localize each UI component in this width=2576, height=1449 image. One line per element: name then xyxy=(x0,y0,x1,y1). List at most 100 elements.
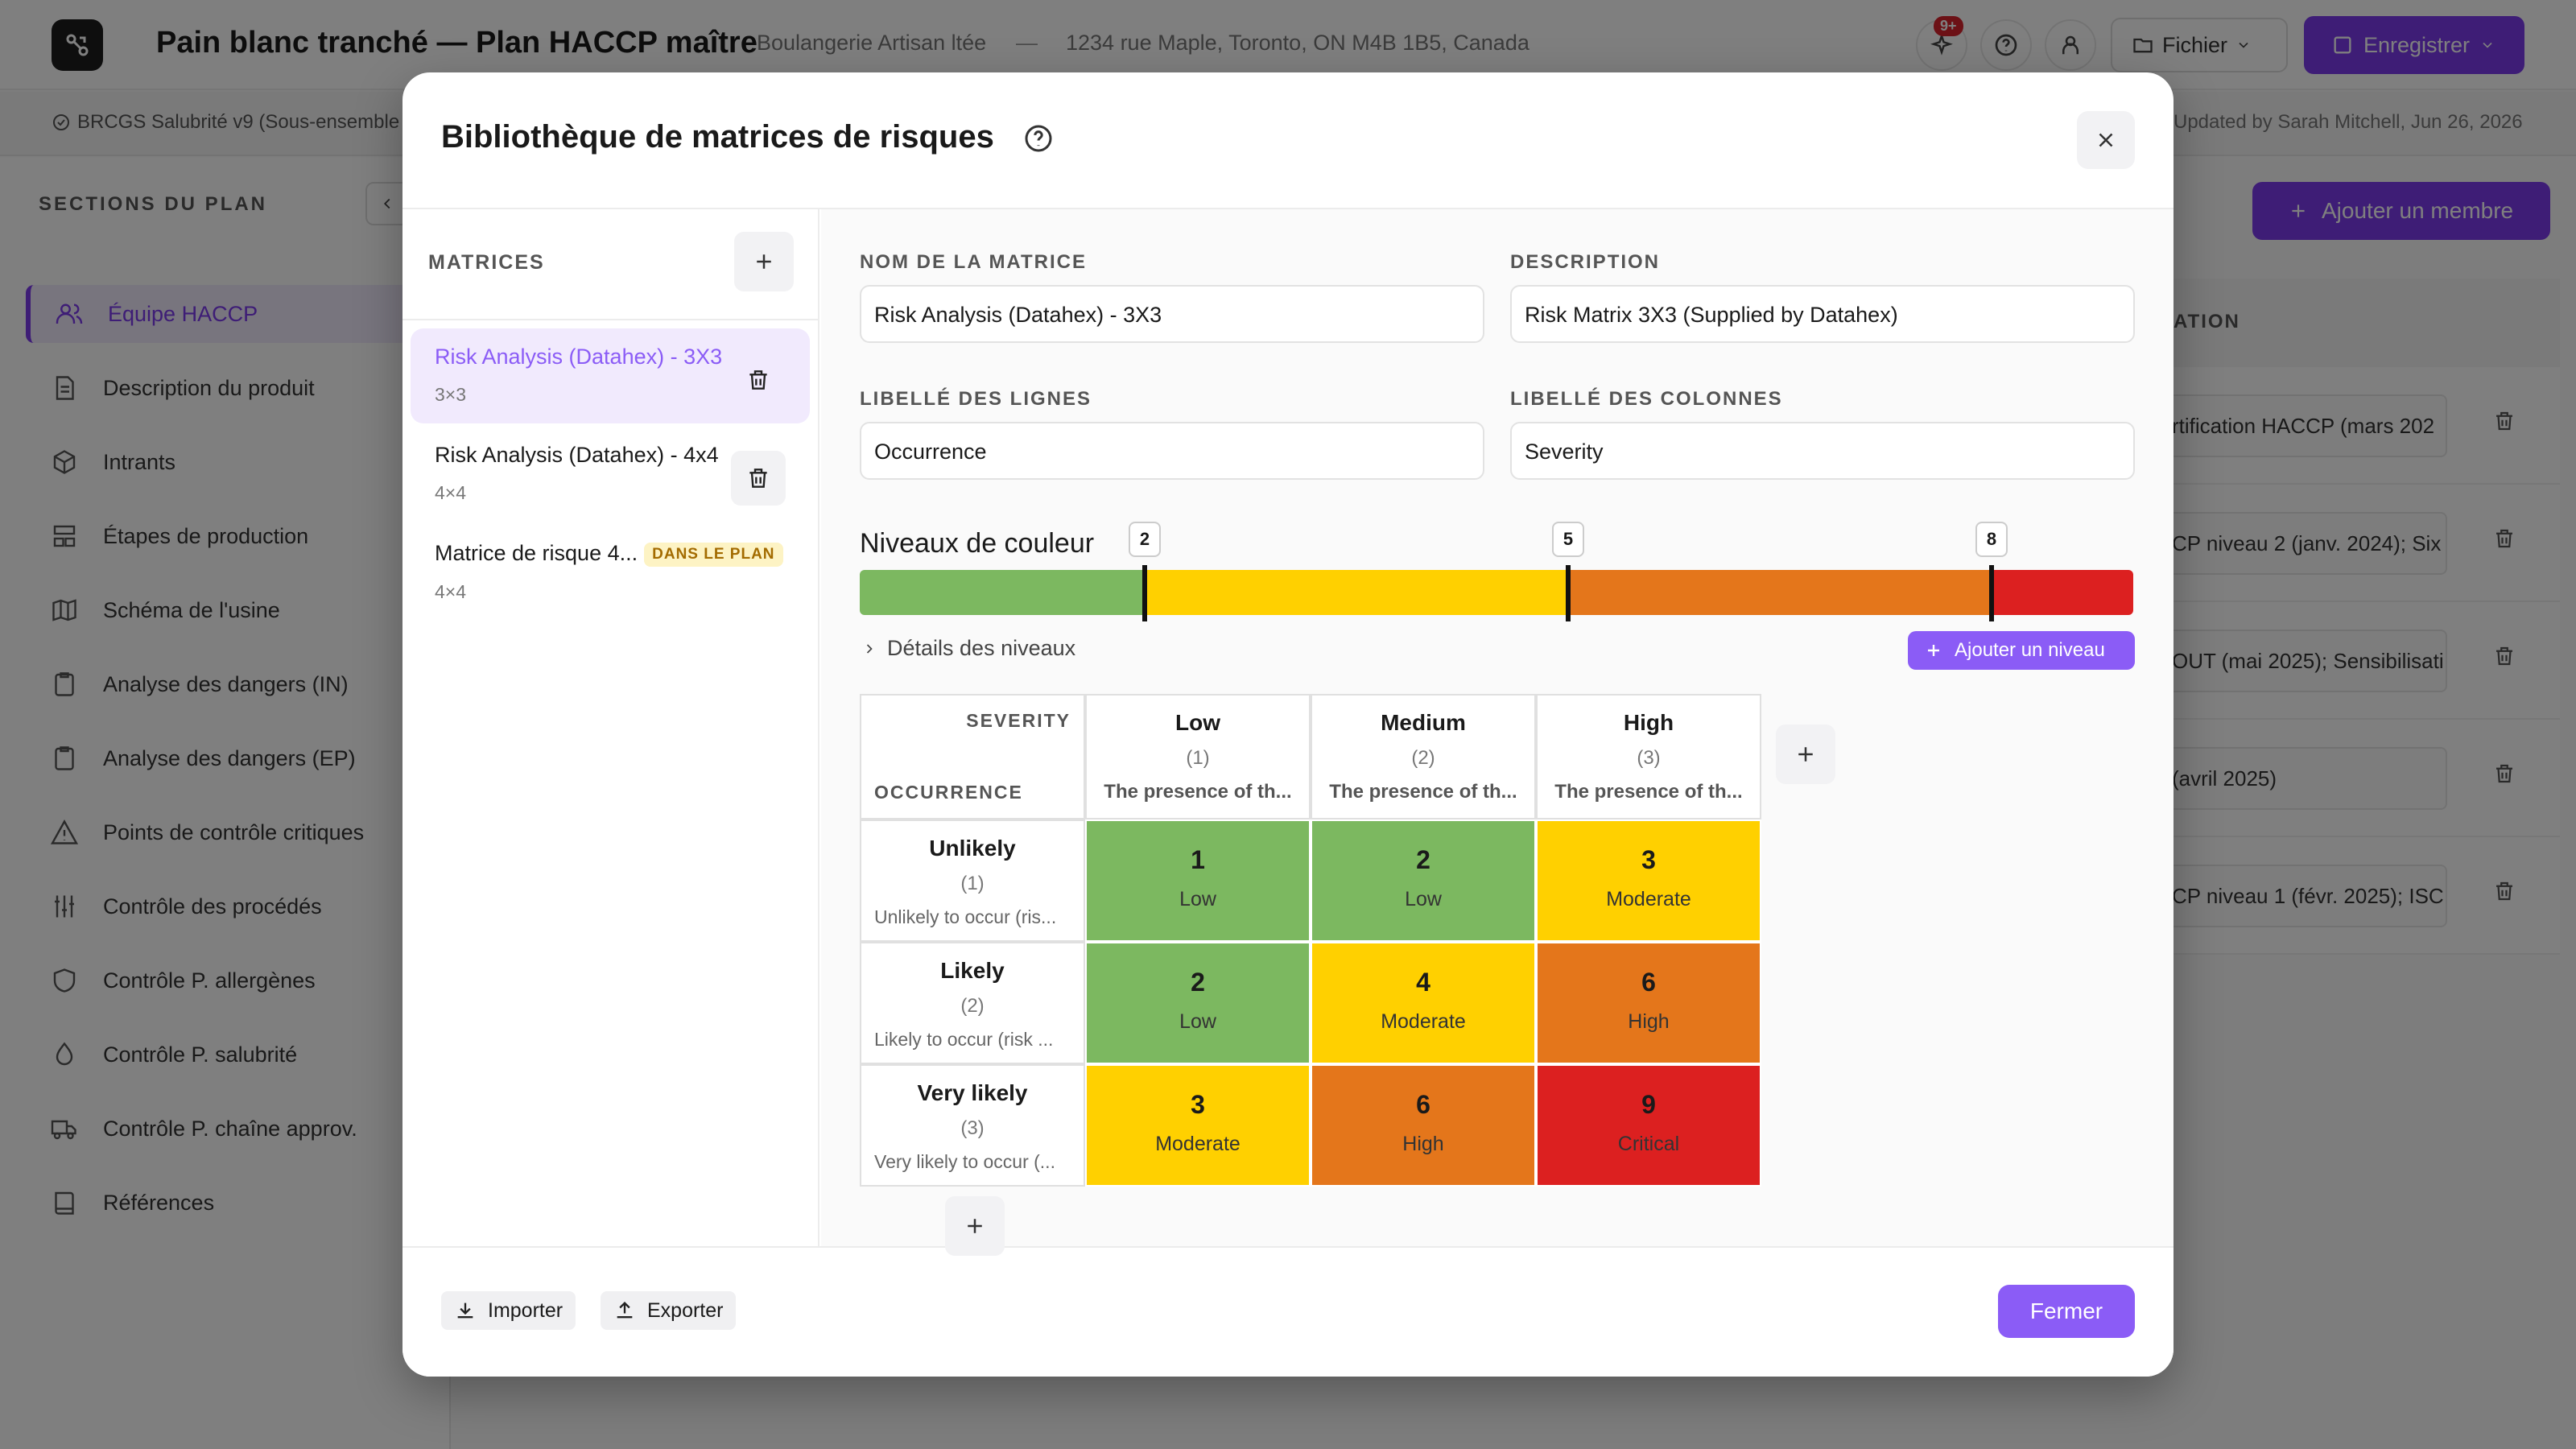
description-label: DESCRIPTION xyxy=(1510,251,1661,273)
row-name: Unlikely xyxy=(929,836,1016,861)
risk-level: High xyxy=(1628,1010,1670,1033)
matrix-list-item[interactable]: Risk Analysis (Datahex) - 3X3 3×3 xyxy=(411,328,810,423)
risk-score: 2 xyxy=(1416,845,1430,874)
column-axis-label: SEVERITY xyxy=(966,710,1071,731)
close-icon xyxy=(2099,133,2113,147)
risk-level: High xyxy=(1402,1133,1444,1155)
matrix-name: Matrice de risque 4... DANS LE PLAN xyxy=(435,541,786,567)
column-description: The presence of th... xyxy=(1104,781,1292,803)
level-segment-low xyxy=(860,570,1145,615)
risk-score: 6 xyxy=(1641,968,1656,997)
close-button[interactable]: Fermer xyxy=(1998,1285,2135,1338)
row-header[interactable]: Very likely (3) Very likely to occur (... xyxy=(860,1064,1085,1187)
row-name: Likely xyxy=(940,958,1005,983)
row-number: (2) xyxy=(960,995,985,1017)
level-segment-high xyxy=(1568,570,1992,615)
matrix-name-input[interactable]: Risk Analysis (Datahex) - 3X3 xyxy=(860,285,1484,343)
risk-score: 4 xyxy=(1416,968,1430,997)
matrices-title: MATRICES xyxy=(428,251,545,274)
risk-cell[interactable]: 6 High xyxy=(1536,942,1761,1064)
risk-score: 6 xyxy=(1416,1090,1430,1119)
add-matrix-button[interactable] xyxy=(734,232,794,291)
upload-icon xyxy=(617,1302,633,1319)
trash-icon xyxy=(749,370,767,390)
level-segment-moderate xyxy=(1145,570,1568,615)
grid-corner: SEVERITY OCCURRENCE xyxy=(860,694,1085,819)
name-label: NOM DE LA MATRICE xyxy=(860,251,1087,273)
threshold-handle-1[interactable] xyxy=(1142,565,1147,621)
row-label-label: LIBELLÉ DES LIGNES xyxy=(860,388,1092,410)
color-levels-bar xyxy=(860,570,2133,615)
dialog-title: Bibliothèque de matrices de risques xyxy=(441,119,994,155)
threshold-value-3: 8 xyxy=(1975,522,2008,557)
row-label-input[interactable]: Occurrence xyxy=(860,422,1484,480)
risk-cell[interactable]: 2 Low xyxy=(1085,942,1311,1064)
close-dialog-button[interactable] xyxy=(2077,111,2135,169)
add-level-label: Ajouter un niveau xyxy=(1955,639,2105,661)
column-header[interactable]: High (3) The presence of th... xyxy=(1536,694,1761,819)
risk-level: Low xyxy=(1405,888,1442,910)
column-header[interactable]: Medium (2) The presence of th... xyxy=(1311,694,1536,819)
export-label: Exporter xyxy=(647,1298,724,1322)
risk-cell[interactable]: 4 Moderate xyxy=(1311,942,1536,1064)
add-row-button[interactable] xyxy=(945,1196,1005,1256)
import-button[interactable]: Importer xyxy=(441,1291,576,1330)
add-level-button[interactable]: Ajouter un niveau xyxy=(1908,631,2135,670)
threshold-value-2: 5 xyxy=(1552,522,1584,557)
risk-cell[interactable]: 3 Moderate xyxy=(1536,819,1761,942)
risk-level: Critical xyxy=(1617,1133,1680,1155)
column-name: Medium xyxy=(1381,710,1466,735)
threshold-handle-2[interactable] xyxy=(1566,565,1571,621)
row-header[interactable]: Unlikely (1) Unlikely to occur (ris... xyxy=(860,819,1085,942)
delete-matrix-button[interactable] xyxy=(731,451,786,506)
row-number: (3) xyxy=(960,1117,985,1139)
trash-icon xyxy=(749,469,767,488)
export-button[interactable]: Exporter xyxy=(601,1291,737,1330)
in-plan-badge: DANS LE PLAN xyxy=(644,542,783,567)
plus-icon xyxy=(757,254,771,269)
plus-icon xyxy=(968,1219,982,1233)
level-details-toggle[interactable]: Détails des niveaux xyxy=(861,636,1075,661)
level-segment-critical xyxy=(1992,570,2133,615)
matrix-size: 4×4 xyxy=(435,580,467,602)
column-number: (1) xyxy=(1186,747,1210,769)
risk-level: Moderate xyxy=(1155,1133,1241,1155)
matrix-name-text: Risk Analysis (Datahex) - 4x4 xyxy=(435,443,719,467)
threshold-handle-3[interactable] xyxy=(1989,565,1994,621)
divider xyxy=(402,319,819,320)
risk-cell[interactable]: 2 Low xyxy=(1311,819,1536,942)
risk-cell[interactable]: 1 Low xyxy=(1085,819,1311,942)
risk-level: Moderate xyxy=(1606,888,1691,910)
risk-cell[interactable]: 6 High xyxy=(1311,1064,1536,1187)
delete-matrix-button[interactable] xyxy=(731,353,786,407)
level-details-label: Détails des niveaux xyxy=(887,636,1076,660)
risk-score: 3 xyxy=(1191,1090,1205,1119)
download-icon xyxy=(457,1302,473,1319)
column-description: The presence of th... xyxy=(1554,781,1743,803)
risk-score: 3 xyxy=(1641,845,1656,874)
risk-cell[interactable]: 9 Critical xyxy=(1536,1064,1761,1187)
risk-level: Low xyxy=(1179,888,1216,910)
column-header[interactable]: Low (1) The presence of th... xyxy=(1085,694,1311,819)
matrix-list-item[interactable]: Matrice de risque 4... DANS LE PLAN 4×4 xyxy=(411,525,810,620)
dialog-help-button[interactable] xyxy=(1022,122,1055,159)
risk-score: 2 xyxy=(1191,968,1205,997)
threshold-value-1: 2 xyxy=(1129,522,1161,557)
description-input[interactable]: Risk Matrix 3X3 (Supplied by Datahex) xyxy=(1510,285,2135,343)
risk-score: 9 xyxy=(1641,1090,1656,1119)
column-description: The presence of th... xyxy=(1329,781,1517,803)
risk-cell[interactable]: 3 Moderate xyxy=(1085,1064,1311,1187)
row-header[interactable]: Likely (2) Likely to occur (risk ... xyxy=(860,942,1085,1064)
add-column-button[interactable] xyxy=(1776,724,1835,784)
help-icon xyxy=(1025,125,1052,152)
risk-level: Low xyxy=(1179,1010,1216,1033)
matrix-name-text: Matrice de risque 4... xyxy=(435,541,638,565)
column-label-input[interactable]: Severity xyxy=(1510,422,2135,480)
matrix-list-item[interactable]: Risk Analysis (Datahex) - 4x4 4×4 xyxy=(411,427,810,522)
plus-icon xyxy=(1798,747,1813,762)
row-description: Unlikely to occur (ris... xyxy=(874,906,1057,927)
chevron-right-icon xyxy=(866,643,873,654)
color-levels-title: Niveaux de couleur xyxy=(860,528,1095,559)
column-name: Low xyxy=(1175,710,1220,735)
row-name: Very likely xyxy=(917,1080,1028,1105)
